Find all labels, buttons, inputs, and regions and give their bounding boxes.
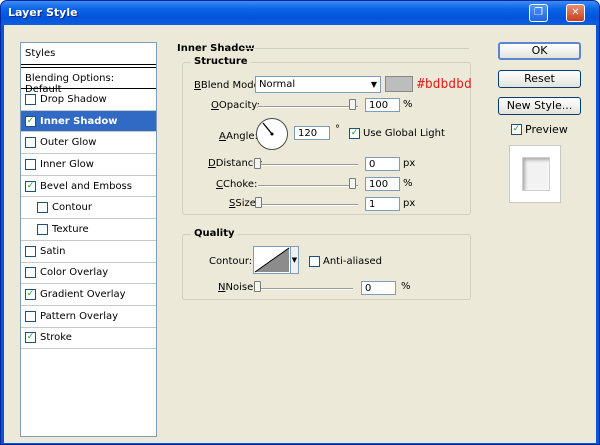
opacity-slider-thumb[interactable] — [349, 99, 356, 110]
style-item-inner-shadow[interactable]: Inner Shadow — [21, 110, 156, 133]
style-item-label: Outer Glow — [40, 137, 97, 149]
divider — [241, 48, 469, 49]
restore-icon[interactable]: ❐ — [529, 4, 548, 22]
style-item-bevel-and-emboss[interactable]: Bevel and Emboss — [21, 176, 156, 198]
close-icon[interactable]: ✕ — [566, 4, 585, 22]
window-title: Layer Style — [8, 6, 78, 19]
anti-aliased-checkbox[interactable] — [309, 256, 320, 267]
ok-button[interactable]: OK — [498, 42, 581, 60]
size-slider-thumb[interactable] — [255, 197, 262, 208]
quality-title: Quality — [191, 228, 238, 239]
blend-mode-label: BBlend Mode: — [194, 80, 264, 91]
angle-input[interactable]: 120 — [294, 126, 330, 140]
choke-label: CChoke: — [216, 179, 258, 190]
style-item-label: Stroke — [40, 332, 72, 344]
structure-title: Structure — [191, 56, 251, 67]
new-style-button[interactable]: New Style... — [498, 97, 581, 115]
preview-checkbox[interactable] — [511, 124, 522, 135]
style-item-contour[interactable]: Contour — [21, 197, 156, 220]
style-checkbox[interactable] — [25, 267, 36, 279]
choke-input[interactable]: 100 — [365, 177, 400, 191]
contour-picker[interactable] — [253, 246, 291, 274]
angle-label: AAngle: — [219, 131, 258, 142]
opacity-label: OOpacity: — [211, 100, 260, 111]
contour-dropdown-icon[interactable]: ▼ — [290, 246, 299, 274]
style-item-pattern-overlay[interactable]: Pattern Overlay — [21, 306, 156, 328]
chevron-down-icon: ▼ — [370, 80, 377, 89]
layer-style-dialog: Layer Style ❐ ✕ Styles Blending Options:… — [0, 0, 600, 445]
size-slider[interactable] — [258, 204, 358, 206]
angle-dial[interactable] — [256, 118, 288, 150]
contour-label: Contour: — [209, 256, 253, 267]
reset-button[interactable]: Reset — [498, 70, 581, 88]
angle-needle-icon — [262, 122, 274, 136]
choke-slider[interactable] — [258, 185, 358, 187]
anti-aliased-label: Anti-aliased — [323, 256, 383, 267]
contour-curve-icon — [254, 247, 290, 273]
style-item-gradient-overlay[interactable]: Gradient Overlay — [21, 284, 156, 306]
style-item-color-overlay[interactable]: Color Overlay — [21, 263, 156, 285]
style-item-label: Gradient Overlay — [40, 289, 126, 301]
style-checkbox[interactable] — [37, 223, 48, 235]
style-checkbox[interactable] — [25, 93, 36, 105]
style-item-label: Color Overlay — [40, 267, 109, 279]
noise-slider[interactable] — [258, 288, 353, 290]
style-checkbox[interactable] — [25, 180, 36, 192]
style-item-label: Inner Shadow — [40, 115, 118, 127]
style-item-outer-glow[interactable]: Outer Glow — [21, 132, 156, 155]
preview-swatch — [522, 157, 550, 191]
style-item-label: Texture — [52, 223, 89, 235]
use-global-light-label: Use Global Light — [363, 128, 445, 139]
title-bar[interactable]: Layer Style ❐ ✕ — [1, 1, 599, 25]
distance-slider-thumb[interactable] — [254, 158, 261, 169]
style-item-label: Satin — [40, 245, 66, 257]
style-item-inner-glow[interactable]: Inner Glow — [21, 154, 156, 176]
style-item-satin[interactable]: Satin — [21, 241, 156, 263]
dialog-body: Styles Blending Options: Default Drop Sh… — [4, 25, 596, 443]
distance-slider[interactable] — [258, 164, 358, 166]
style-checkbox[interactable] — [25, 115, 36, 127]
style-checkbox[interactable] — [25, 310, 36, 322]
style-item-label: Pattern Overlay — [40, 310, 119, 322]
noise-slider-thumb[interactable] — [254, 281, 261, 292]
opacity-input[interactable]: 100 — [365, 98, 400, 112]
style-preview — [509, 145, 561, 203]
degree-unit: ° — [335, 124, 340, 135]
noise-label: NNoise: — [218, 282, 257, 293]
styles-list: Styles Blending Options: Default Drop Sh… — [20, 42, 157, 437]
shadow-color-swatch[interactable] — [385, 76, 413, 92]
opacity-unit: % — [403, 99, 413, 110]
choke-unit: % — [403, 178, 413, 189]
distance-unit: px — [403, 158, 416, 169]
distance-input[interactable]: 0 — [365, 157, 400, 171]
style-item-label: Bevel and Emboss — [40, 180, 132, 192]
size-unit: px — [403, 198, 416, 209]
style-checkbox[interactable] — [25, 289, 36, 301]
style-item-texture[interactable]: Texture — [21, 219, 156, 241]
size-input[interactable]: 1 — [365, 197, 400, 211]
style-checkbox[interactable] — [25, 137, 36, 149]
noise-input[interactable]: 0 — [361, 281, 396, 295]
choke-slider-thumb[interactable] — [349, 178, 356, 189]
style-checkbox[interactable] — [25, 332, 36, 344]
use-global-light-checkbox[interactable] — [349, 128, 360, 139]
style-checkbox[interactable] — [25, 245, 36, 257]
style-checkbox[interactable] — [37, 202, 48, 214]
style-item-label: Drop Shadow — [40, 93, 107, 105]
style-item-label: Inner Glow — [40, 158, 94, 170]
blend-mode-value: Normal — [259, 79, 296, 90]
noise-unit: % — [401, 281, 411, 292]
style-item-stroke[interactable]: Stroke — [21, 328, 156, 350]
style-item-label: Contour — [52, 202, 92, 214]
blending-options-item[interactable]: Blending Options: Default — [21, 67, 156, 95]
styles-header[interactable]: Styles — [21, 43, 156, 65]
preview-label: Preview — [525, 123, 568, 136]
color-hex-annotation: #bdbdbd — [417, 77, 472, 92]
style-checkbox[interactable] — [25, 158, 36, 170]
blend-mode-select[interactable]: Normal ▼ — [255, 76, 381, 93]
opacity-slider[interactable] — [258, 106, 358, 108]
